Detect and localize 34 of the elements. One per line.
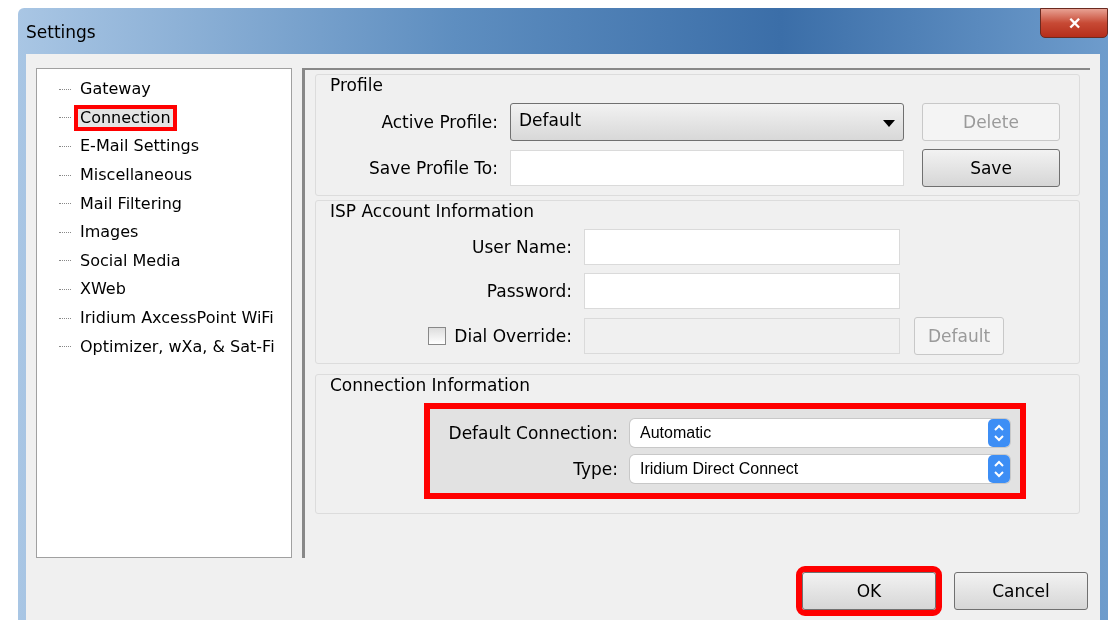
close-button[interactable]: ✕ bbox=[1040, 8, 1108, 38]
tree-item[interactable]: Optimizer, wXa, & Sat-Fi bbox=[74, 333, 281, 360]
input-field[interactable] bbox=[584, 273, 900, 309]
tree-item[interactable]: XWeb bbox=[74, 276, 132, 303]
stepper-icon bbox=[988, 419, 1010, 447]
field-label: User Name: bbox=[470, 237, 572, 257]
save-button[interactable]: Save bbox=[922, 149, 1060, 187]
dropdown[interactable]: Iridium Direct Connect bbox=[630, 455, 1010, 483]
group-title: Profile bbox=[330, 75, 384, 95]
profile-dropdown[interactable]: Default bbox=[510, 103, 904, 141]
tree-item[interactable]: Iridium AxcessPoint WiFi bbox=[74, 305, 280, 332]
stepper-icon bbox=[988, 455, 1010, 483]
tree-item[interactable]: Connection bbox=[74, 104, 177, 131]
field-label: Password: bbox=[485, 281, 572, 301]
caret-icon bbox=[883, 120, 895, 128]
tree-item[interactable]: Social Media bbox=[74, 247, 187, 274]
field-label: Active Profile: bbox=[380, 112, 498, 132]
field-label: Dial Override: bbox=[454, 326, 572, 346]
dropdown[interactable]: Automatic bbox=[630, 419, 1010, 447]
input-field[interactable] bbox=[510, 150, 904, 186]
field-label: Default Connection: bbox=[448, 423, 618, 443]
field-label: Save Profile To: bbox=[367, 158, 498, 178]
window-title: Settings bbox=[26, 22, 96, 42]
field-label: Type: bbox=[572, 459, 618, 479]
tree-item[interactable]: E-Mail Settings bbox=[74, 133, 206, 160]
group-title: ISP Account Information bbox=[330, 201, 535, 221]
tree-item[interactable]: Mail Filtering bbox=[74, 190, 188, 217]
tree-item[interactable]: Images bbox=[74, 219, 145, 246]
tree-item[interactable]: Miscellaneous bbox=[74, 162, 199, 189]
group-title: Connection Information bbox=[330, 375, 531, 395]
tree-item[interactable]: Gateway bbox=[74, 76, 157, 103]
checkbox[interactable] bbox=[428, 327, 447, 345]
input-field[interactable] bbox=[584, 229, 900, 265]
dialog-button[interactable]: Cancel bbox=[954, 572, 1088, 610]
